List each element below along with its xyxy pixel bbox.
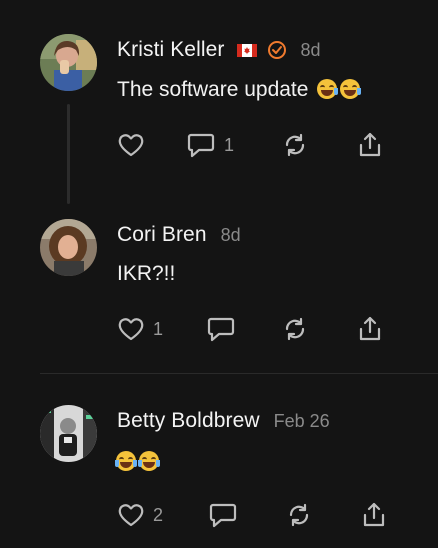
repost-icon — [285, 317, 305, 341]
like-button[interactable] — [117, 130, 145, 160]
restack-button[interactable] — [281, 130, 309, 160]
speech-bubble-icon — [207, 317, 235, 342]
comment-button[interactable]: 1 — [186, 130, 234, 160]
action-bar: 1 — [117, 130, 407, 160]
repost-icon — [285, 133, 305, 157]
tears-of-joy-emoji — [138, 451, 160, 471]
comment-text — [115, 450, 160, 474]
timestamp: 8d — [300, 39, 321, 60]
verified-badge-icon — [267, 40, 287, 60]
rolling-on-floor-laughing-emoji — [340, 79, 362, 99]
comment-text: IKR?!! — [117, 262, 176, 285]
author-name[interactable]: Kristi Keller — [117, 38, 225, 62]
share-button[interactable] — [356, 314, 384, 344]
author-name[interactable]: Cori Bren — [117, 223, 207, 247]
tears-of-joy-emoji — [115, 451, 137, 471]
timestamp: Feb 26 — [273, 410, 330, 431]
like-button[interactable]: 1 — [117, 314, 163, 344]
comment-text-content: The software update — [117, 78, 309, 101]
share-icon — [363, 502, 385, 527]
share-button[interactable] — [356, 130, 384, 160]
avatar[interactable] — [40, 219, 97, 276]
share-icon — [359, 316, 381, 341]
speech-bubble-icon — [187, 133, 215, 158]
avatar[interactable] — [40, 34, 97, 91]
timestamp: 8d — [220, 224, 241, 245]
canada-flag-icon — [236, 43, 257, 57]
author-name[interactable]: Betty Boldbrew — [117, 409, 260, 433]
comment-button[interactable] — [206, 314, 236, 344]
restack-button[interactable] — [281, 314, 309, 344]
restack-button[interactable] — [285, 500, 313, 530]
comment-button[interactable] — [208, 500, 238, 530]
rolling-on-floor-laughing-emoji — [317, 79, 339, 99]
share-button[interactable] — [360, 500, 388, 530]
divider — [40, 373, 438, 374]
share-icon — [359, 132, 381, 157]
action-bar: 2 — [117, 500, 407, 530]
avatar[interactable] — [40, 405, 97, 462]
like-count: 1 — [153, 318, 164, 339]
speech-bubble-icon — [209, 503, 237, 528]
like-count: 2 — [153, 504, 164, 525]
like-button[interactable]: 2 — [117, 500, 163, 530]
heart-icon — [118, 318, 144, 341]
action-bar: 1 — [117, 314, 407, 344]
thread-line — [67, 104, 70, 204]
heart-icon — [118, 134, 144, 157]
heart-icon — [118, 504, 144, 527]
repost-icon — [289, 503, 309, 527]
comment-text: The software update — [117, 78, 362, 102]
comment-count: 1 — [224, 134, 235, 155]
